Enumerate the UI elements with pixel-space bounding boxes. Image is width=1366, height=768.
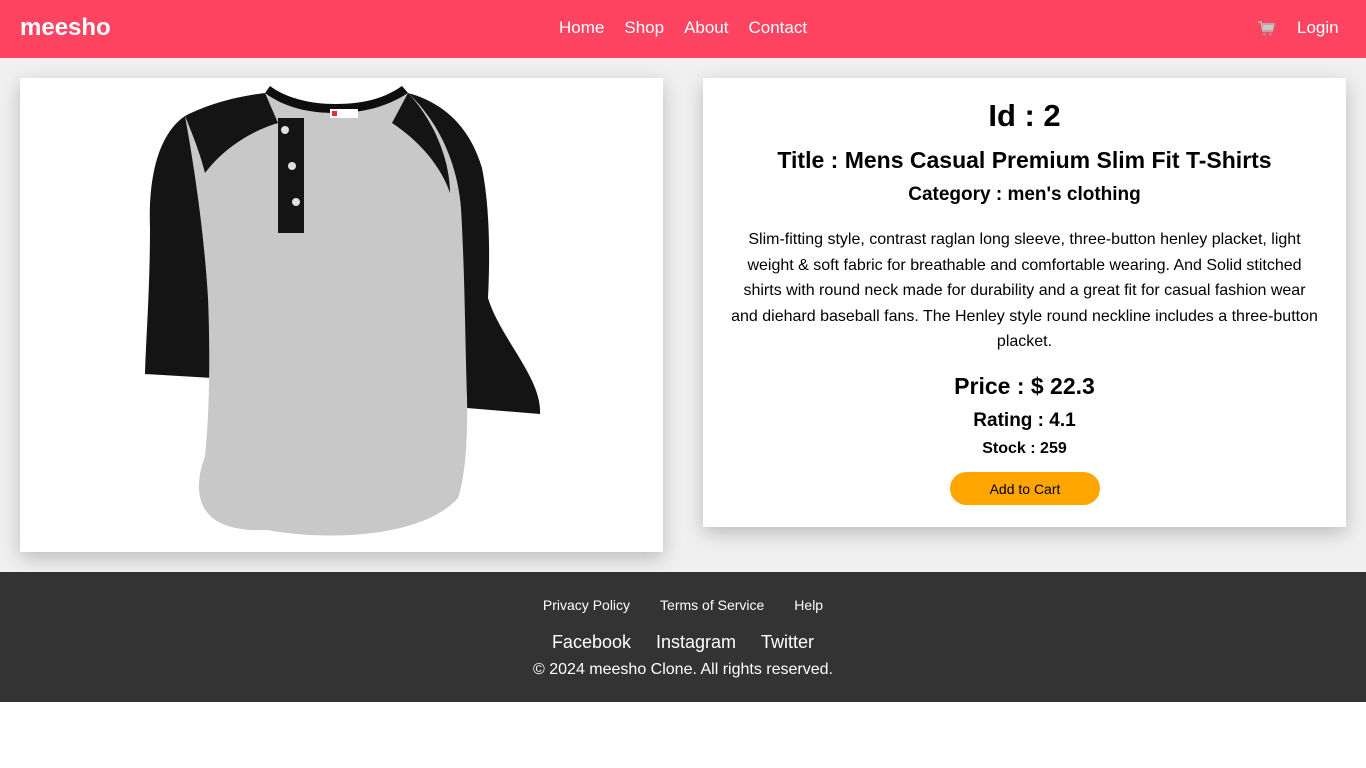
footer-links: Privacy Policy Terms of Service Help xyxy=(0,597,1366,613)
product-id: Id : 2 xyxy=(988,98,1061,133)
product-detail-section: Id : 2 Title : Mens Casual Premium Slim … xyxy=(0,58,1366,572)
nav-menu: Home Shop About Contact xyxy=(559,18,807,38)
login-link[interactable]: Login xyxy=(1297,18,1339,38)
nav-about-link[interactable]: About xyxy=(684,18,728,38)
product-image xyxy=(145,86,541,536)
product-price: Price : $ 22.3 xyxy=(954,373,1095,399)
product-rating: Rating : 4.1 xyxy=(973,410,1076,431)
social-links: Facebook Instagram Twitter xyxy=(0,632,1366,653)
navbar: meesho Home Shop About Contact Login xyxy=(0,0,1366,58)
privacy-policy-link[interactable]: Privacy Policy xyxy=(543,597,630,613)
help-link[interactable]: Help xyxy=(794,597,823,613)
footer: Privacy Policy Terms of Service Help Fac… xyxy=(0,572,1366,702)
product-details-card: Id : 2 Title : Mens Casual Premium Slim … xyxy=(703,78,1346,527)
nav-contact-link[interactable]: Contact xyxy=(749,18,808,38)
product-stock: Stock : 259 xyxy=(982,440,1067,457)
twitter-link[interactable]: Twitter xyxy=(761,632,814,653)
product-category: Category : men's clothing xyxy=(908,184,1141,205)
instagram-link[interactable]: Instagram xyxy=(656,632,736,653)
cart-icon[interactable] xyxy=(1257,19,1275,37)
product-image-card xyxy=(20,78,663,552)
facebook-link[interactable]: Facebook xyxy=(552,632,631,653)
product-description: Slim-fitting style, contrast raglan long… xyxy=(731,231,1318,350)
brand-logo[interactable]: meesho xyxy=(20,14,111,42)
add-to-cart-button[interactable]: Add to Cart xyxy=(950,472,1100,505)
copyright-text: © 2024 meesho Clone. All rights reserved… xyxy=(533,661,833,678)
nav-home-link[interactable]: Home xyxy=(559,18,604,38)
nav-shop-link[interactable]: Shop xyxy=(624,18,664,38)
terms-of-service-link[interactable]: Terms of Service xyxy=(660,597,764,613)
product-title: Title : Mens Casual Premium Slim Fit T-S… xyxy=(777,147,1272,173)
